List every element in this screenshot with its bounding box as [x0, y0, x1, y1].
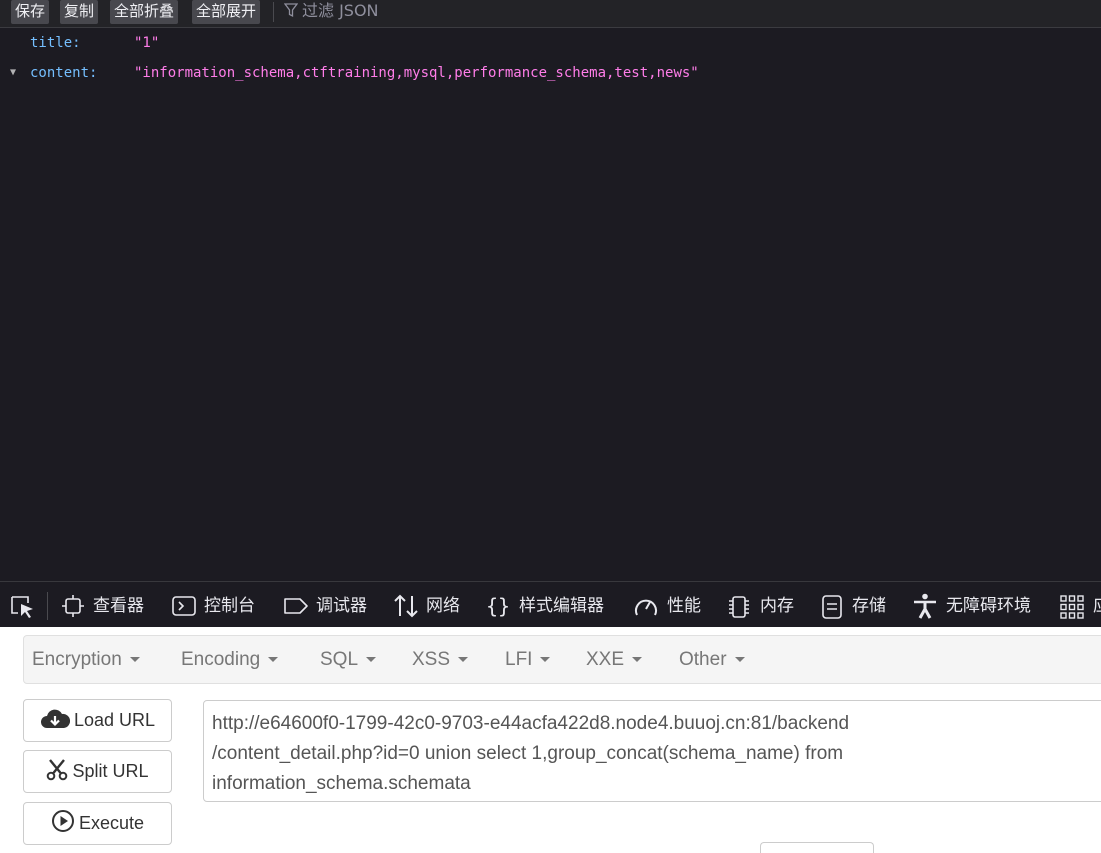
caret-down-icon — [458, 657, 469, 662]
hackbar-panel: Encryption Encoding SQL XSS LFI XXE Othe… — [0, 627, 1101, 853]
filter-placeholder: 过滤 JSON — [302, 1, 379, 20]
menu-encryption[interactable]: Encryption — [32, 636, 140, 683]
memory-icon — [729, 596, 749, 618]
button-label: Load URL — [73, 710, 156, 730]
tab-label: 查看器 — [93, 596, 144, 616]
json-row-content[interactable]: ▼ content: "information_schema,ctftraini… — [0, 60, 1101, 86]
svg-text:{}: {} — [486, 594, 510, 618]
filter-json-input[interactable]: 过滤 JSON — [283, 0, 379, 22]
menu-label: Encoding — [181, 649, 261, 670]
menu-label: SQL — [320, 649, 359, 670]
application-icon — [1060, 595, 1084, 619]
url-line: information_schema.schemata — [212, 773, 471, 794]
split-url-button[interactable]: Split URL — [23, 750, 172, 793]
tab-accessibility[interactable]: 无障碍环境 — [912, 582, 1042, 628]
button-label: Execute — [78, 813, 145, 833]
tab-label: 控制台 — [204, 596, 255, 616]
play-circle-icon — [51, 810, 74, 832]
tab-label: 无障碍环境 — [946, 596, 1031, 616]
load-url-button[interactable]: Load URL — [23, 699, 172, 742]
element-picker-button[interactable] — [10, 582, 40, 628]
menu-xss[interactable]: XSS — [412, 636, 469, 683]
performance-icon — [635, 599, 657, 616]
network-icon — [394, 594, 418, 618]
toolbar-divider — [47, 592, 48, 620]
menu-label: Encryption — [32, 649, 122, 670]
caret-down-icon — [540, 657, 551, 662]
tab-label: 存储 — [852, 596, 886, 616]
url-textarea[interactable]: http://e64600f0-1799-42c0-9703-e44acfa42… — [203, 700, 1101, 802]
hackbar-menu: Encryption Encoding SQL XSS LFI XXE Othe… — [23, 635, 1101, 684]
menu-sql[interactable]: SQL — [320, 636, 377, 683]
tab-application[interactable]: 应 — [1060, 582, 1101, 628]
toolbar-divider — [273, 2, 274, 22]
devtools-toolbar: 查看器 控制台 调试器 网络 {} 样式编辑器 性能 内存 存储 无障碍环境 应 — [0, 581, 1101, 628]
tab-memory[interactable]: 内存 — [726, 582, 802, 628]
menu-lfi[interactable]: LFI — [505, 636, 551, 683]
tab-console[interactable]: 控制台 — [172, 582, 264, 628]
debugger-icon — [284, 598, 308, 614]
json-key: title: — [30, 35, 81, 51]
accessibility-icon — [914, 593, 936, 619]
menu-label: XSS — [412, 649, 451, 670]
tab-label: 样式编辑器 — [519, 596, 604, 616]
url-line: http://e64600f0-1799-42c0-9703-e44acfa42… — [212, 713, 850, 734]
expand-triangle-icon[interactable]: ▼ — [10, 60, 16, 86]
save-button[interactable]: 保存 — [11, 0, 50, 24]
button-label: Split URL — [72, 761, 149, 781]
menu-label: Other — [679, 649, 727, 670]
tab-performance[interactable]: 性能 — [633, 582, 707, 628]
collapse-all-button[interactable]: 全部折叠 — [110, 0, 179, 24]
json-toolbar: 保存 复制 全部折叠 全部展开 过滤 JSON — [0, 0, 1101, 28]
json-key: content: — [30, 65, 98, 81]
caret-down-icon — [129, 657, 140, 662]
cloud-download-icon — [40, 709, 71, 728]
tab-network[interactable]: 网络 — [393, 582, 468, 628]
caret-down-icon — [268, 657, 279, 662]
style-editor-icon: {} — [486, 594, 510, 618]
tab-inspector[interactable]: 查看器 — [62, 582, 152, 628]
json-value: "1" — [134, 35, 160, 51]
tab-label: 调试器 — [316, 596, 367, 616]
tab-label: 性能 — [667, 596, 701, 616]
menu-label: LFI — [505, 649, 533, 670]
tab-label: 应 — [1093, 582, 1101, 628]
expand-all-button[interactable]: 全部展开 — [192, 0, 261, 24]
console-icon — [172, 596, 196, 616]
tab-style-editor[interactable]: {} 样式编辑器 — [486, 582, 614, 628]
menu-encoding[interactable]: Encoding — [181, 636, 279, 683]
storage-icon — [822, 595, 842, 619]
json-value: "information_schema,ctftraining,mysql,pe… — [134, 65, 699, 81]
copy-button[interactable]: 复制 — [60, 0, 99, 24]
scissors-icon — [47, 759, 68, 781]
json-row-title[interactable]: title: "1" — [0, 30, 1101, 56]
tab-label: 内存 — [760, 596, 794, 616]
caret-down-icon — [632, 657, 643, 662]
menu-xxe[interactable]: XXE — [586, 636, 643, 683]
element-picker-icon — [11, 596, 33, 618]
execute-button[interactable]: Execute — [23, 802, 172, 845]
inspector-icon — [62, 595, 84, 617]
menu-label: XXE — [586, 649, 625, 670]
tab-label: 网络 — [426, 596, 460, 616]
filter-icon — [283, 3, 299, 18]
json-viewer: 保存 复制 全部折叠 全部展开 过滤 JSON title: "1" ▼ con… — [0, 0, 1101, 581]
caret-down-icon — [366, 657, 377, 662]
menu-other[interactable]: Other — [679, 636, 745, 683]
caret-down-icon — [734, 657, 745, 662]
tab-debugger[interactable]: 调试器 — [283, 582, 375, 628]
url-line: /content_detail.php?id=0 union select 1,… — [212, 743, 844, 764]
tab-storage[interactable]: 存储 — [820, 582, 894, 628]
